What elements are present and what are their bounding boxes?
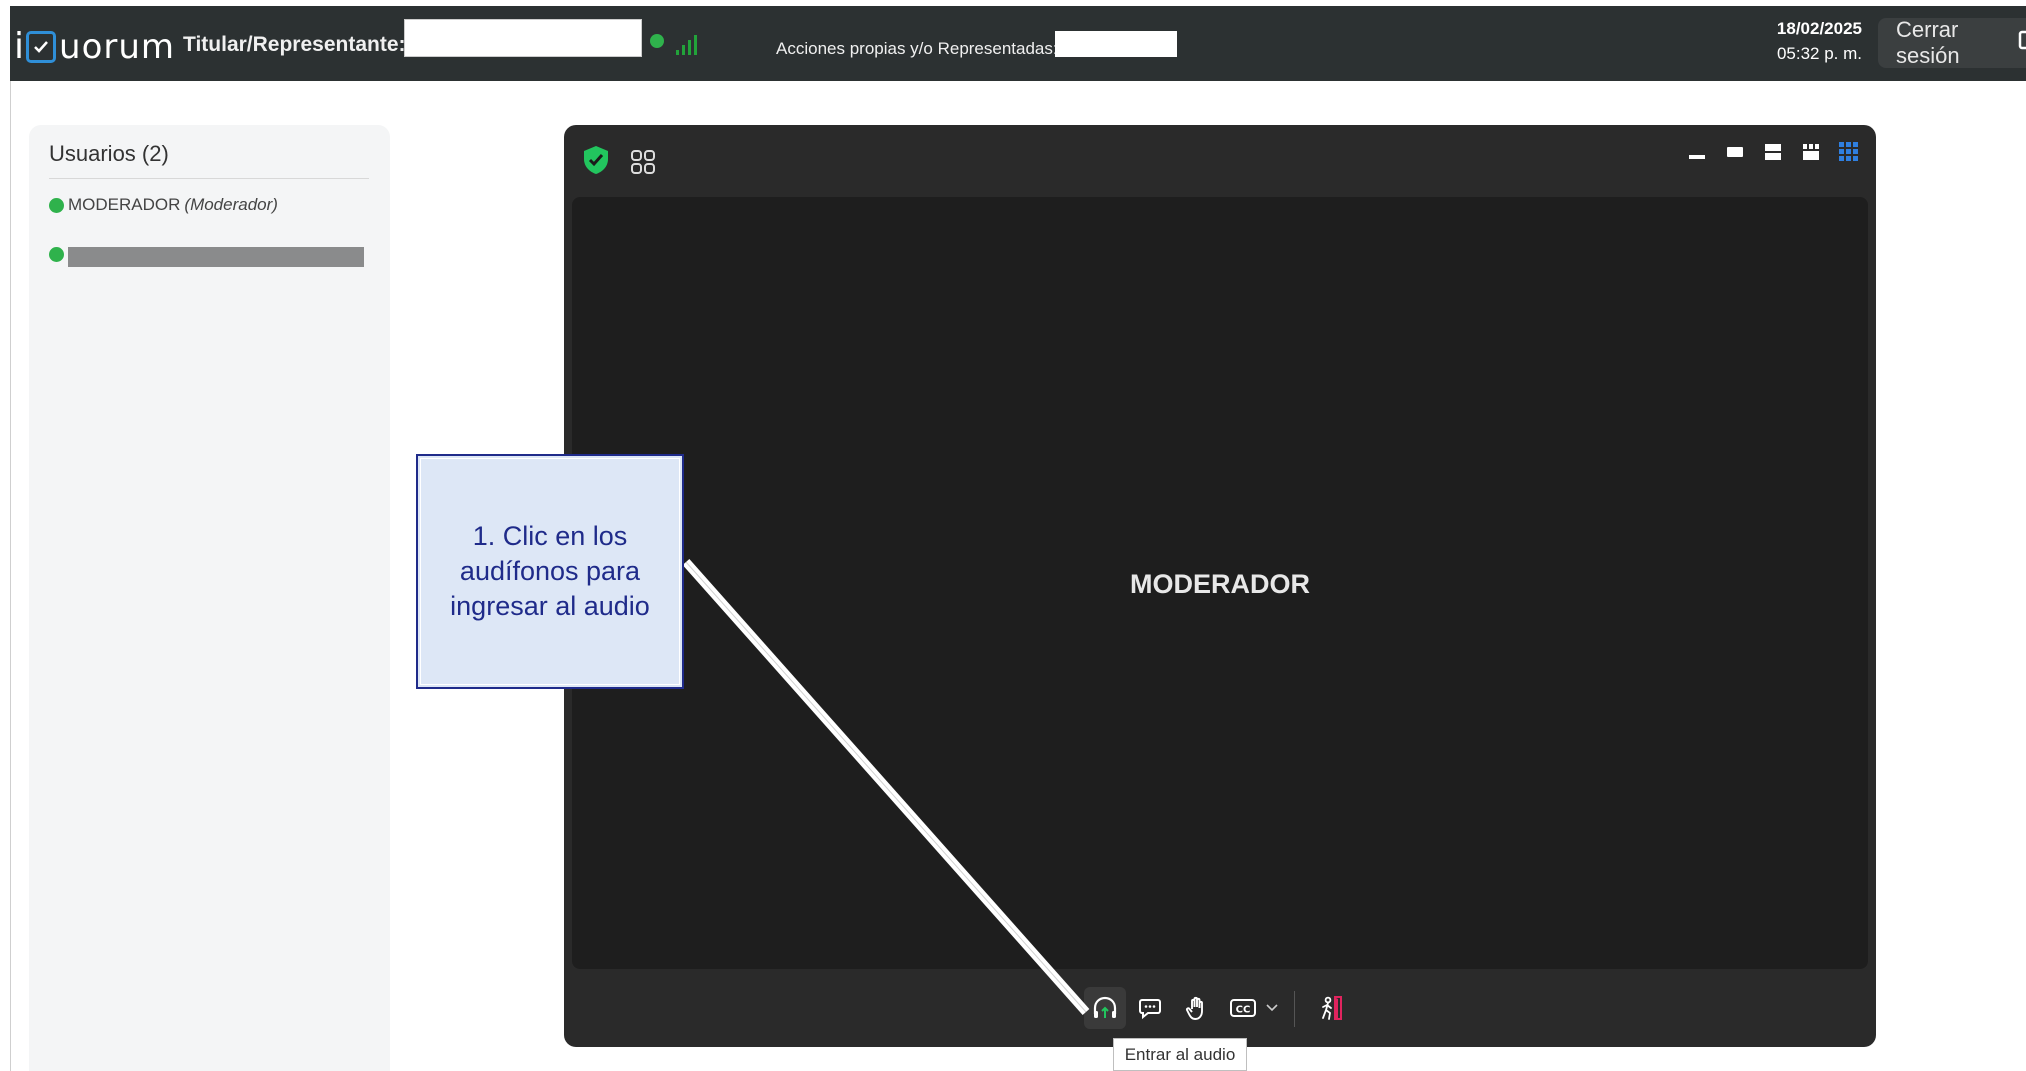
signal-strength-icon xyxy=(675,32,701,61)
single-layout-icon[interactable] xyxy=(1724,141,1746,163)
logo-text: uorum xyxy=(59,27,176,67)
instruction-callout: 1. Clic en los audífonos para ingresar a… xyxy=(416,454,684,689)
logo-check-icon xyxy=(26,31,57,63)
nine-grid-layout-icon[interactable] xyxy=(1838,141,1860,163)
apps-grid-icon[interactable] xyxy=(630,149,656,180)
chat-icon[interactable] xyxy=(1130,987,1172,1029)
online-status-dot xyxy=(49,246,64,262)
meeting-window: MODERADOR CC xyxy=(564,125,1876,1047)
user-role: (Moderador) xyxy=(184,195,278,214)
callout-text: 1. Clic en los audífonos para ingresar a… xyxy=(450,521,650,621)
titular-field[interactable] xyxy=(404,19,642,57)
meeting-controls: CC xyxy=(564,987,1876,1037)
leave-meeting-icon[interactable] xyxy=(1310,987,1352,1029)
user-item[interactable] xyxy=(49,246,364,267)
acciones-label: Acciones propias y/o Representadas: xyxy=(776,39,1058,58)
online-status-dot xyxy=(49,197,64,213)
users-title: Usuarios (2) xyxy=(49,141,169,166)
minimize-layout-icon[interactable] xyxy=(1686,141,1708,163)
four-grid-layout-icon[interactable] xyxy=(1800,141,1822,163)
layout-toolbar xyxy=(1686,141,1860,163)
participant-name: MODERADOR xyxy=(1130,569,1310,599)
chevron-down-icon[interactable] xyxy=(1260,987,1284,1029)
audio-tooltip: Entrar al audio xyxy=(1113,1038,1247,1071)
user-name: MODERADOR xyxy=(68,195,181,214)
users-panel: Usuarios (2) MODERADOR (Moderador) xyxy=(29,125,390,1071)
iquorum-logo: i uorum xyxy=(14,26,175,68)
logout-button[interactable]: Cerrar sesión xyxy=(1878,17,2026,68)
page-left-border xyxy=(10,81,11,1071)
shield-check-icon[interactable] xyxy=(582,145,610,180)
connection-status-dot xyxy=(650,34,664,48)
current-time: 05:32 p. m. xyxy=(1776,44,1862,63)
logout-label: Cerrar sesión xyxy=(1896,17,1960,68)
participant-video-tile[interactable]: MODERADOR xyxy=(572,197,1868,969)
users-divider xyxy=(49,178,369,179)
titular-label: Titular/Representante: xyxy=(183,33,406,56)
raise-hand-icon[interactable] xyxy=(1176,987,1218,1029)
stacked-layout-icon[interactable] xyxy=(1762,141,1784,163)
current-date: 18/02/2025 xyxy=(1776,19,1862,38)
headphones-icon[interactable] xyxy=(1084,987,1126,1029)
logout-icon xyxy=(2018,30,2026,56)
controls-divider xyxy=(1294,991,1295,1027)
user-item[interactable]: MODERADOR (Moderador) xyxy=(49,195,278,215)
svg-text:CC: CC xyxy=(1236,1005,1251,1016)
redacted-user-name xyxy=(68,247,364,267)
top-bar: i uorum Titular/Representante: Acciones … xyxy=(10,6,2026,81)
acciones-field[interactable] xyxy=(1055,31,1177,57)
closed-captions-icon[interactable]: CC xyxy=(1222,987,1264,1029)
logo-letter-i: i xyxy=(14,26,25,67)
